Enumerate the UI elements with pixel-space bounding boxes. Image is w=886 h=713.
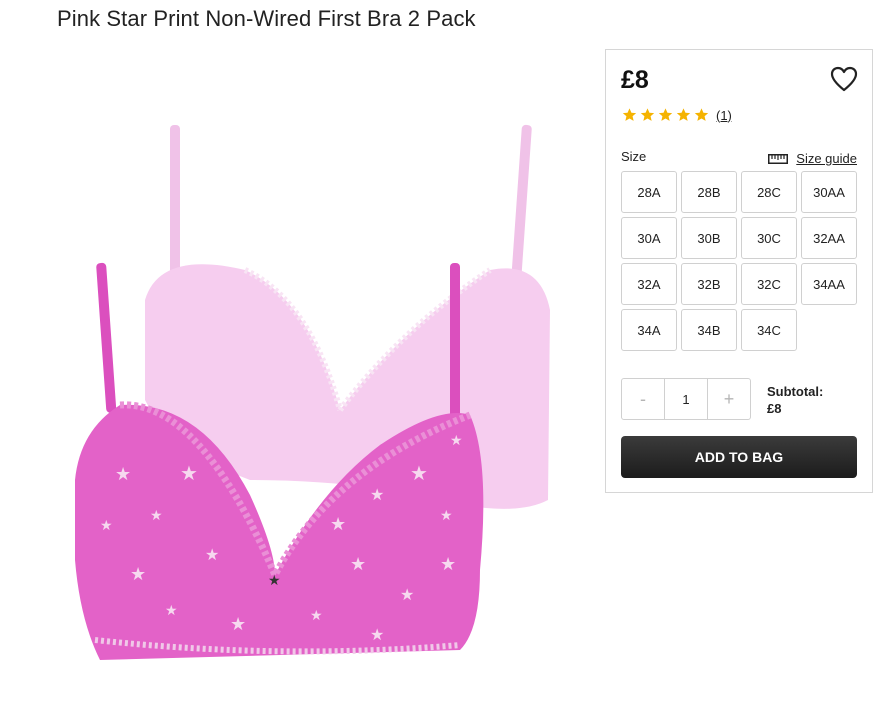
size-option-28b[interactable]: 28B [681, 171, 737, 213]
star-icon [640, 108, 655, 121]
svg-text:★: ★ [130, 564, 146, 585]
svg-text:★: ★ [115, 464, 131, 485]
svg-text:★: ★ [310, 608, 323, 624]
svg-text:★: ★ [410, 461, 428, 485]
size-option-30aa[interactable]: 30AA [801, 171, 857, 213]
subtotal-label: Subtotal: [767, 384, 824, 399]
size-label: Size [621, 149, 647, 164]
ruler-icon [768, 153, 789, 164]
review-count-link[interactable]: (1) [716, 108, 732, 123]
star-icon [622, 108, 637, 121]
size-option-32aa[interactable]: 32AA [801, 217, 857, 259]
product-rating: (1) [621, 107, 732, 123]
add-to-bag-button[interactable]: ADD TO BAG [621, 436, 857, 478]
product-title: Pink Star Print Non-Wired First Bra 2 Pa… [57, 6, 476, 31]
decrease-quantity-button[interactable]: - [622, 379, 664, 419]
size-option-32c[interactable]: 32C [741, 263, 797, 305]
product-price: £8 [621, 66, 649, 94]
svg-text:★: ★ [400, 585, 414, 604]
star-icon [658, 108, 673, 121]
size-option-30a[interactable]: 30A [621, 217, 677, 259]
increase-quantity-button[interactable]: + [708, 379, 750, 419]
size-option-32a[interactable]: 32A [621, 263, 677, 305]
star-icon [694, 108, 709, 121]
svg-text:★: ★ [180, 461, 198, 485]
star-icon [676, 108, 691, 121]
svg-text:★: ★ [165, 603, 178, 619]
svg-text:★: ★ [450, 433, 463, 449]
size-option-34c[interactable]: 34C [741, 309, 797, 351]
svg-text:★: ★ [150, 508, 163, 524]
star-rating [621, 107, 710, 123]
size-option-30b[interactable]: 30B [681, 217, 737, 259]
svg-text:★: ★ [268, 573, 281, 589]
subtotal: Subtotal: £8 [767, 383, 823, 417]
size-guide-label: Size guide [796, 151, 857, 166]
size-option-34aa[interactable]: 34AA [801, 263, 857, 305]
size-option-32b[interactable]: 32B [681, 263, 737, 305]
product-purchase-panel: £8 (1) Size Size guide 28A 28B 28C 30AA … [605, 49, 873, 493]
heart-icon[interactable] [830, 66, 858, 92]
svg-text:★: ★ [100, 518, 113, 534]
svg-text:★: ★ [370, 485, 384, 504]
svg-text:★: ★ [350, 554, 366, 575]
quantity-input[interactable] [664, 379, 708, 419]
svg-text:★: ★ [370, 625, 384, 644]
size-option-30c[interactable]: 30C [741, 217, 797, 259]
svg-text:★: ★ [230, 614, 246, 635]
svg-text:★: ★ [440, 508, 453, 524]
product-image: ★ ★ ★ ★ ★ ★ ★ ★ ★ ★ ★ ★ ★ ★ ★ ★ ★ ★ ★ [40, 100, 600, 680]
subtotal-value: £8 [767, 401, 782, 416]
size-option-28c[interactable]: 28C [741, 171, 797, 213]
quantity-stepper: - + [621, 378, 751, 420]
svg-text:★: ★ [330, 514, 346, 535]
svg-text:★: ★ [205, 545, 219, 564]
size-option-34b[interactable]: 34B [681, 309, 737, 351]
size-option-34a[interactable]: 34A [621, 309, 677, 351]
size-guide-link[interactable]: Size guide [768, 151, 857, 166]
size-options: 28A 28B 28C 30AA 30A 30B 30C 32AA 32A 32… [621, 171, 857, 351]
svg-text:★: ★ [440, 554, 456, 575]
size-option-28a[interactable]: 28A [621, 171, 677, 213]
